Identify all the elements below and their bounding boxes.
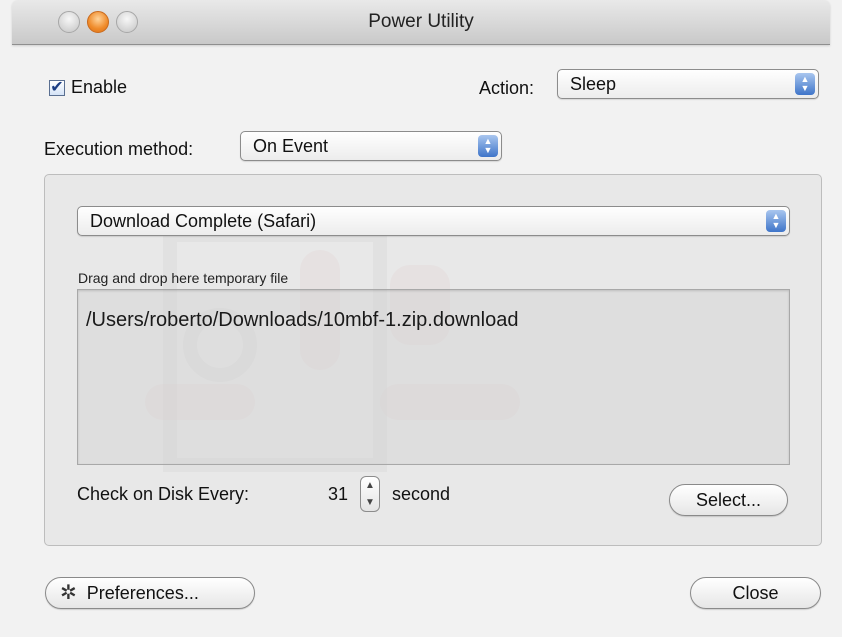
preferences-button[interactable]: ✲ Preferences...	[45, 577, 255, 609]
dropped-file-path: /Users/roberto/Downloads/10mbf-1.zip.dow…	[86, 309, 519, 331]
execution-method-popup[interactable]: On Event ▲ ▼	[240, 131, 502, 161]
enable-checkbox[interactable]: ✔	[49, 79, 65, 96]
check-disk-value[interactable]: 31	[328, 484, 348, 505]
action-popup[interactable]: Sleep ▲ ▼	[557, 69, 819, 99]
action-label: Action:	[479, 78, 535, 98]
enable-checkbox-row[interactable]: ✔ Enable	[49, 77, 127, 98]
action-selected: Sleep	[570, 74, 617, 94]
stepper-up-icon[interactable]: ▲	[365, 480, 375, 491]
up-down-arrows-icon: ▲ ▼	[795, 73, 815, 95]
stepper-down-icon[interactable]: ▼	[365, 497, 375, 508]
title-bar[interactable]: Power Utility	[12, 0, 830, 45]
select-button[interactable]: Select...	[669, 484, 788, 516]
check-disk-unit: second	[392, 484, 451, 504]
event-selected: Download Complete (Safari)	[90, 211, 317, 231]
close-button[interactable]: Close	[690, 577, 821, 609]
execution-method-label: Execution method:	[44, 139, 194, 159]
execution-method-selected: On Event	[253, 136, 329, 156]
window-title: Power Utility	[368, 11, 474, 32]
enable-label: Enable	[71, 77, 128, 97]
event-popup[interactable]: Download Complete (Safari) ▲ ▼	[77, 206, 790, 236]
preferences-label: Preferences...	[86, 583, 199, 603]
check-disk-label: Check on Disk Every:	[77, 484, 250, 504]
drop-area-label: Drag and drop here temporary file	[78, 270, 289, 286]
up-down-arrows-icon: ▲ ▼	[766, 210, 786, 232]
up-down-arrows-icon: ▲ ▼	[478, 135, 498, 157]
check-disk-stepper[interactable]: ▲ ▼	[360, 476, 380, 512]
gear-icon: ✲	[60, 582, 77, 604]
